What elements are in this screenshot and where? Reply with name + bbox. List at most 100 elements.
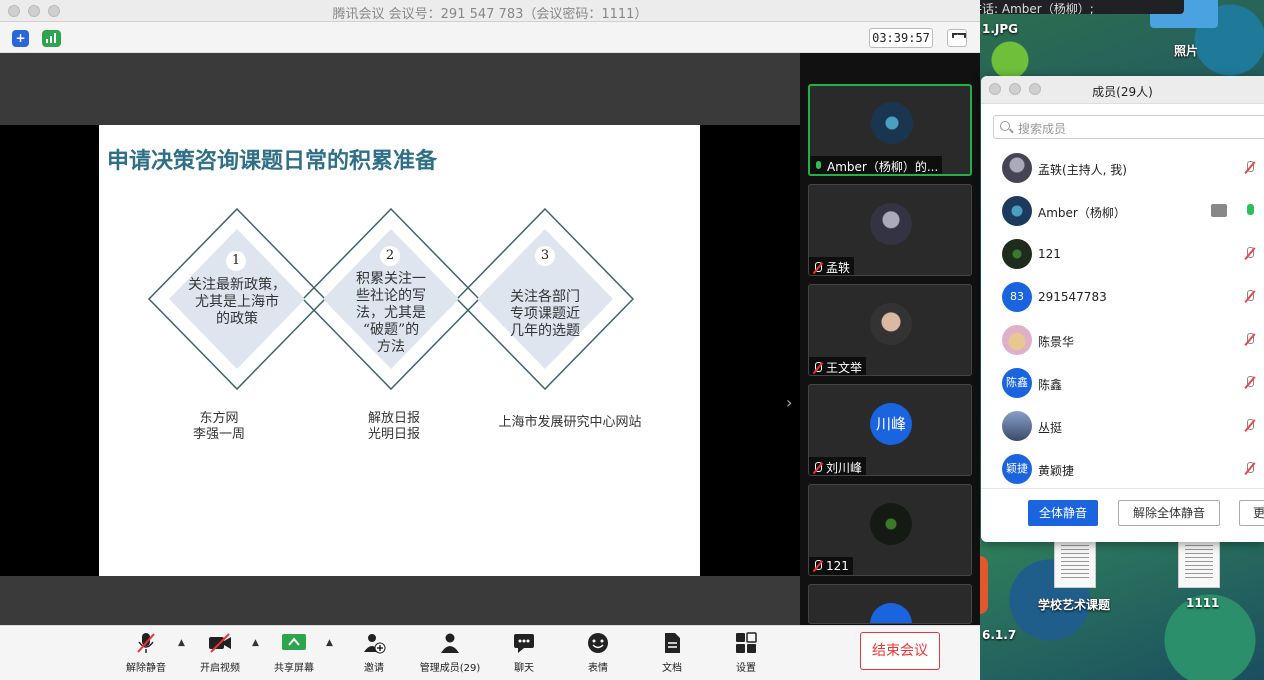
- settings-button[interactable]: 设置: [708, 632, 784, 678]
- participant-nametag: 王文举: [809, 357, 867, 375]
- avatar: [871, 102, 913, 144]
- chevron-right-icon[interactable]: ›: [786, 393, 792, 412]
- mic-muted-icon[interactable]: [1245, 333, 1255, 347]
- unmute-all-button[interactable]: 解除全体静音: [1118, 500, 1220, 526]
- avatar: 83: [1002, 282, 1032, 312]
- screen-share-icon: [1211, 204, 1227, 217]
- window-title: 腾讯会议 会议号：291 547 783（会议密码：1111）: [332, 7, 648, 22]
- source-list-2: 解放日报 光明日报: [367, 411, 420, 442]
- search-icon: [1000, 121, 1010, 131]
- avatar: [870, 503, 912, 545]
- mic-muted-icon[interactable]: [1245, 290, 1255, 304]
- unmute-button[interactable]: 解除静音: [108, 632, 184, 678]
- members-title: 成员(29人): [1092, 85, 1153, 99]
- participant-nametag: 刘川峰: [809, 457, 867, 475]
- member-row[interactable]: 121: [981, 233, 1264, 276]
- window-titlebar: 腾讯会议 会议号：291 547 783（会议密码：1111）: [0, 0, 980, 22]
- member-row[interactable]: 陈景华: [981, 319, 1264, 362]
- members-panel: 成员(29人) 搜索成员 孟轶(主持人, 我) Amber（杨柳） 121 83…: [981, 76, 1264, 542]
- avatar: [1002, 239, 1032, 269]
- mic-muted-icon[interactable]: [1245, 247, 1255, 261]
- desktop-app-icon[interactable]: [980, 556, 988, 614]
- chat-icon: [512, 632, 536, 654]
- security-shield-icon[interactable]: +: [12, 30, 29, 47]
- mic-muted-icon[interactable]: [1245, 462, 1255, 476]
- emoji-icon: [586, 632, 610, 654]
- video-tile[interactable]: [808, 584, 972, 624]
- manage-members-button[interactable]: 管理成员(29): [412, 632, 488, 678]
- mic-muted-icon: [813, 462, 823, 474]
- avatar: [870, 303, 912, 345]
- video-tile[interactable]: 孟轶: [808, 184, 972, 276]
- member-row[interactable]: Amber（杨柳）: [981, 190, 1264, 233]
- step-text-3: 关注各部门 专项课题近 几年的选题: [510, 289, 580, 339]
- desktop-file-label[interactable]: 学校艺术课题: [1038, 596, 1110, 613]
- members-titlebar: 成员(29人): [981, 76, 1264, 104]
- video-tile[interactable]: 川峰 刘川峰: [808, 384, 972, 476]
- member-row[interactable]: 孟轶(主持人, 我): [981, 147, 1264, 190]
- share-screen-button[interactable]: 共享屏幕: [256, 632, 332, 678]
- mic-muted-icon[interactable]: [1245, 161, 1255, 175]
- desktop-photos-label[interactable]: 照片: [1174, 42, 1198, 59]
- video-tile[interactable]: 121: [808, 484, 972, 576]
- share-screen-icon: [282, 632, 306, 654]
- member-row[interactable]: 颖捷 黄颖捷: [981, 448, 1264, 491]
- start-video-button[interactable]: 开启视频: [182, 632, 258, 678]
- microphone-icon: [814, 161, 824, 173]
- screen-share-stage: 申请决策咨询课题日常的积累准备 1 2 3 关注最新政策， 尤其是上海市 的政策…: [0, 53, 800, 625]
- fullscreen-icon[interactable]: [947, 29, 967, 47]
- members-icon: [438, 632, 462, 654]
- step-text-1: 关注最新政策， 尤其是上海市 的政策: [188, 277, 286, 327]
- member-row[interactable]: 83 291547783: [981, 276, 1264, 319]
- shared-screen: 申请决策咨询课题日常的积累准备 1 2 3 关注最新政策， 尤其是上海市 的政策…: [0, 125, 800, 576]
- mic-muted-icon: [134, 632, 158, 654]
- reactions-button[interactable]: 表情: [560, 632, 636, 678]
- network-signal-icon[interactable]: [42, 30, 61, 47]
- step-text-2: 积累关注一 些社论的写 法，尤其是 “破题”的 方法: [356, 271, 426, 355]
- desktop-file-label[interactable]: 6.1.7: [982, 628, 1016, 642]
- avatar: [870, 603, 912, 623]
- documents-button[interactable]: 文档: [634, 632, 710, 678]
- member-row[interactable]: 丛挺: [981, 405, 1264, 448]
- microphone-icon[interactable]: [1245, 204, 1255, 218]
- desktop-document-icon[interactable]: [1054, 538, 1096, 588]
- video-tile[interactable]: Amber（杨柳）的...: [808, 84, 972, 176]
- participant-nametag: Amber（杨柳）的...: [810, 156, 943, 174]
- document-icon: [660, 632, 684, 654]
- chat-button[interactable]: 聊天: [486, 632, 562, 678]
- meeting-toolbar: 解除静音 ▲ 开启视频 ▲ 共享屏幕 ▲ 邀请 管理成员(29) 聊天 表情 文…: [0, 625, 980, 680]
- member-row[interactable]: 陈鑫 陈鑫: [981, 362, 1264, 405]
- mic-muted-icon[interactable]: [1245, 376, 1255, 390]
- avatar: [1002, 196, 1032, 226]
- meeting-window: 腾讯会议 会议号：291 547 783（会议密码：1111） + 03:39:…: [0, 0, 980, 680]
- source-list-1: 东方网 李强一周: [192, 411, 245, 442]
- video-tile[interactable]: 王文举: [808, 284, 972, 376]
- participant-nametag: 121: [809, 557, 853, 575]
- step-number: 3: [540, 248, 550, 263]
- source-list-3: 上海市发展研究中心网站: [498, 415, 642, 430]
- mute-all-button[interactable]: 全体静音: [1028, 500, 1098, 526]
- meeting-infobar: + 03:39:57: [0, 22, 980, 53]
- video-off-icon: [208, 632, 232, 654]
- invite-button[interactable]: 邀请: [336, 632, 412, 678]
- meeting-timer: 03:39:57: [869, 28, 933, 48]
- avatar: [1002, 153, 1032, 183]
- desktop-file-label[interactable]: 1111: [1186, 596, 1219, 610]
- mic-muted-icon[interactable]: [1245, 419, 1255, 433]
- mic-muted-icon: [813, 362, 823, 374]
- presentation-slide: 申请决策咨询课题日常的积累准备 1 2 3 关注最新政策， 尤其是上海市 的政策…: [99, 125, 700, 576]
- avatar: 颖捷: [1002, 454, 1032, 484]
- step-number: 1: [231, 253, 241, 268]
- avatar: [1002, 411, 1032, 441]
- more-button[interactable]: 更: [1239, 500, 1264, 526]
- caret-up-icon[interactable]: ▲: [326, 638, 333, 648]
- add-user-icon: [362, 632, 386, 654]
- desktop-document-icon[interactable]: [1178, 538, 1220, 588]
- avatar: [870, 203, 912, 245]
- avatar: 陈鑫: [1002, 368, 1032, 398]
- avatar: [1002, 325, 1032, 355]
- desktop-file-label[interactable]: 1.JPG: [982, 22, 1018, 36]
- member-search-input[interactable]: 搜索成员: [993, 115, 1264, 139]
- end-meeting-button[interactable]: 结束会议: [860, 632, 940, 670]
- step-number: 2: [385, 248, 395, 263]
